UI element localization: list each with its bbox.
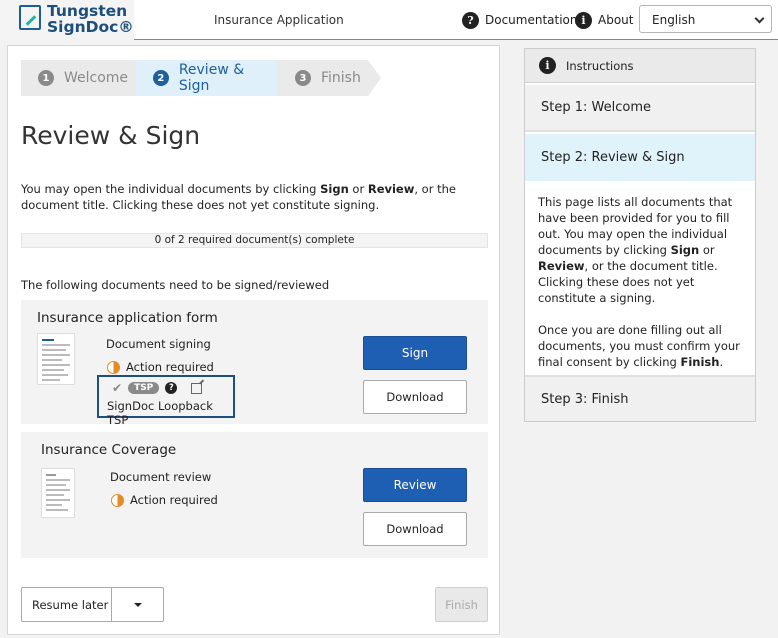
tsp-row: ✔ TSP ? xyxy=(112,381,203,395)
instr-bold: Finish xyxy=(680,355,720,369)
caret-down-icon[interactable] xyxy=(134,603,142,607)
step-label: Welcome xyxy=(64,70,129,86)
external-link-icon[interactable] xyxy=(191,382,203,394)
tsp-badge: TSP xyxy=(128,382,160,394)
review-button[interactable]: Review xyxy=(363,468,467,502)
info-circle-icon: i xyxy=(575,11,592,29)
action-required-status: Action required xyxy=(107,360,214,374)
instr-bold: Review xyxy=(538,259,585,273)
action-required-status: Action required xyxy=(111,493,218,507)
intro-part: You may open the individual documents by… xyxy=(21,182,321,196)
chevron-down-icon xyxy=(754,13,765,24)
main-panel: 1 Welcome 2 Review & Sign 3 Finish Revie… xyxy=(7,45,500,635)
logo-line-1: Tungsten xyxy=(47,2,128,20)
split-divider xyxy=(111,588,112,621)
instructions-paragraph-2: Once you are done filling out all docume… xyxy=(538,322,748,370)
step-number: 1 xyxy=(38,70,54,86)
instructions-step-1[interactable]: Step 1: Welcome xyxy=(525,85,755,132)
app-header: Tungsten SignDoc® Insurance Application … xyxy=(0,0,778,40)
instructions-body: This page lists all documents that have … xyxy=(538,194,748,386)
stepper-arrow xyxy=(368,60,381,96)
document-title[interactable]: Insurance application form xyxy=(37,310,218,326)
document-thumbnail[interactable] xyxy=(37,333,75,385)
resume-label: Resume later xyxy=(32,598,109,612)
step-number: 2 xyxy=(153,70,169,86)
resume-later-button[interactable]: Resume later xyxy=(21,587,164,622)
document-card: Insurance Coverage Document review Actio… xyxy=(21,432,488,558)
logo-line-2: SignDoc® xyxy=(47,18,134,36)
page-title: Review & Sign xyxy=(21,121,201,150)
question-circle-icon: ? xyxy=(462,11,479,29)
step-welcome[interactable]: 1 Welcome xyxy=(21,60,136,96)
status-text: Action required xyxy=(130,493,218,507)
download-button[interactable]: Download xyxy=(363,380,467,414)
instructions-header[interactable]: i Instructions xyxy=(525,49,755,83)
checkmark-icon: ✔ xyxy=(112,381,123,395)
info-circle-icon: i xyxy=(539,57,556,74)
intro-review: Review xyxy=(367,182,415,196)
document-title[interactable]: Insurance Coverage xyxy=(41,442,176,458)
documentation-link[interactable]: ? Documentation xyxy=(462,10,578,30)
step-review-sign[interactable]: 2 Review & Sign xyxy=(136,60,278,96)
instr-text: . xyxy=(719,355,724,369)
progress-text: 0 of 2 required document(s) complete xyxy=(154,234,355,246)
tsp-name: SignDoc Loopback TSP xyxy=(107,399,213,427)
instructions-step-3[interactable]: Step 3: Finish xyxy=(525,375,755,421)
language-value: English xyxy=(652,13,696,27)
instr-bold: Sign xyxy=(670,243,700,257)
download-button[interactable]: Download xyxy=(363,512,467,546)
step-number: 3 xyxy=(295,70,311,86)
instructions-heading: Instructions xyxy=(566,58,634,73)
action-required-icon xyxy=(111,493,124,507)
intro-text: You may open the individual documents by… xyxy=(21,181,486,213)
document-type: Document review xyxy=(110,470,212,484)
status-text: Action required xyxy=(126,360,214,374)
instr-text: or xyxy=(699,243,715,257)
logo-text: Tungsten SignDoc® xyxy=(47,3,134,35)
step-label: Finish xyxy=(321,70,361,86)
sign-button[interactable]: Sign xyxy=(363,336,467,370)
question-circle-icon[interactable]: ? xyxy=(165,382,178,394)
document-thumbnail[interactable] xyxy=(41,468,75,518)
logo[interactable]: Tungsten SignDoc® xyxy=(0,0,134,40)
wizard-stepper: 1 Welcome 2 Review & Sign 3 Finish xyxy=(21,60,381,96)
document-card: Insurance application form Document sign… xyxy=(21,300,488,427)
document-type: Document signing xyxy=(106,337,211,351)
about-link[interactable]: i About xyxy=(575,10,633,30)
intro-part: or xyxy=(348,182,368,196)
action-required-icon xyxy=(107,360,120,374)
app-title: Insurance Application xyxy=(214,13,344,27)
step-finish[interactable]: 3 Finish xyxy=(278,60,368,96)
tsp-selector[interactable]: ✔ TSP ? SignDoc Loopback TSP xyxy=(97,375,235,427)
documents-heading: The following documents need to be signe… xyxy=(21,278,330,292)
instructions-paragraph-1: This page lists all documents that have … xyxy=(538,194,748,306)
instructions-step-2[interactable]: Step 2: Review & Sign xyxy=(525,134,755,181)
step-label: Review & Sign xyxy=(178,62,245,94)
language-select[interactable]: English xyxy=(639,5,772,33)
about-label: About xyxy=(598,13,634,27)
intro-sign: Sign xyxy=(320,182,349,196)
instructions-panel: i Instructions Step 1: Welcome Step 2: R… xyxy=(524,48,756,422)
progress-bar: 0 of 2 required document(s) complete xyxy=(21,233,488,248)
documentation-label: Documentation xyxy=(485,13,578,27)
logo-icon xyxy=(19,5,41,30)
finish-button[interactable]: Finish xyxy=(435,587,488,622)
